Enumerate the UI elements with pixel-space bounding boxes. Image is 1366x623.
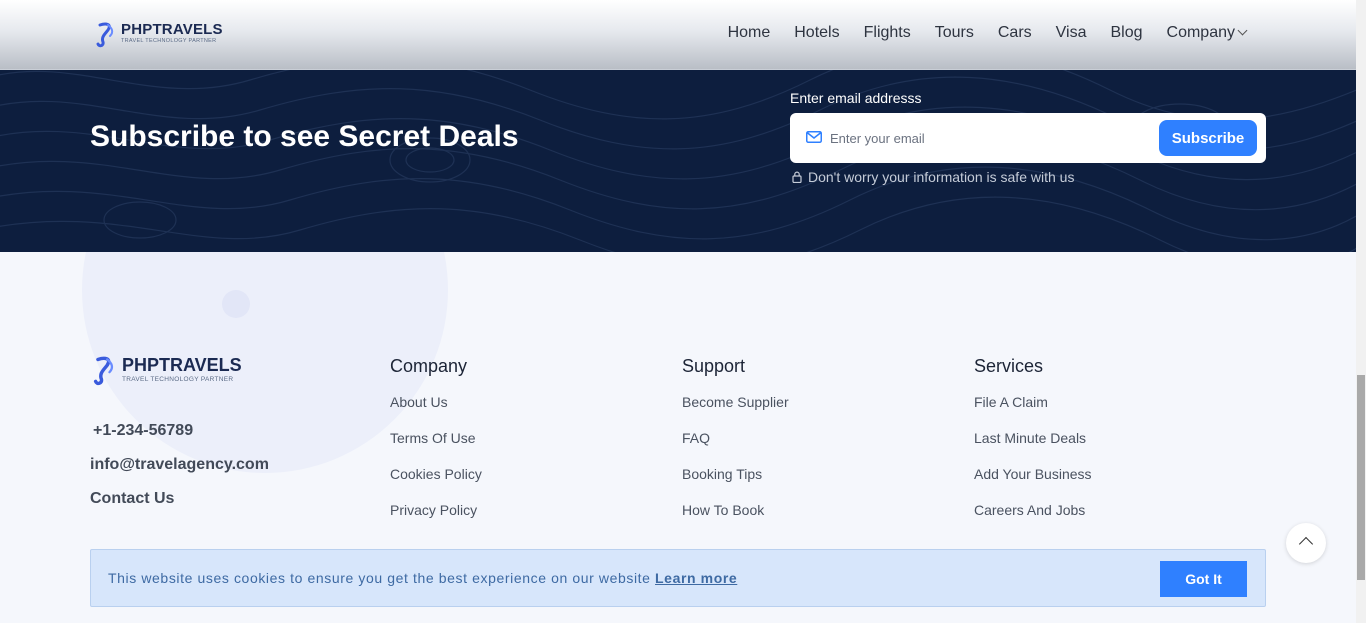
phone-link[interactable]: +1-234-56789 <box>93 422 193 440</box>
footer-link-how-to-book[interactable]: How To Book <box>682 502 789 518</box>
column-title: Services <box>974 356 1044 376</box>
privacy-note: Don't worry your information is safe wit… <box>792 169 1074 185</box>
subscribe-title: Subscribe to see Secret Deals <box>90 120 519 153</box>
contact-us-link[interactable]: Contact Us <box>90 490 174 508</box>
chevron-down-icon <box>1237 25 1248 36</box>
cookie-banner: This website uses cookies to ensure you … <box>90 549 1266 607</box>
footer-link-faq[interactable]: FAQ <box>682 430 789 446</box>
footer-logo-tagline: TRAVEL TECHNOLOGY PARTNER <box>122 376 234 383</box>
nav-hotels[interactable]: Hotels <box>794 24 839 42</box>
logo-mark-icon <box>96 22 114 48</box>
lock-icon <box>792 171 802 183</box>
nav-company-label: Company <box>1166 24 1235 41</box>
nav-blog[interactable]: Blog <box>1110 24 1142 42</box>
email-link[interactable]: info@travelagency.com <box>90 456 269 474</box>
nav-company[interactable]: Company <box>1166 24 1248 42</box>
back-to-top-button[interactable] <box>1286 523 1326 563</box>
page-scrollbar[interactable] <box>1356 0 1366 623</box>
email-input[interactable] <box>830 127 1150 149</box>
chevron-up-icon <box>1298 536 1314 552</box>
footer-link-add-business[interactable]: Add Your Business <box>974 466 1092 482</box>
logo-name: PHPTRAVELS <box>121 21 223 38</box>
privacy-note-text: Don't worry your information is safe wit… <box>808 169 1075 185</box>
column-title: Support <box>682 356 746 376</box>
nav-cars[interactable]: Cars <box>998 24 1032 42</box>
nav-tours[interactable]: Tours <box>935 24 974 42</box>
footer-column-company: Company About Us Terms Of Use Cookies Po… <box>390 356 482 538</box>
footer-column-services: Services File A Claim Last Minute Deals … <box>974 356 1092 538</box>
email-form: Subscribe <box>790 113 1266 163</box>
logo-tagline: TRAVEL TECHNOLOGY PARTNER <box>121 38 217 44</box>
footer-column-support: Support Become Supplier FAQ Booking Tips… <box>682 356 789 538</box>
nav-flights[interactable]: Flights <box>864 24 911 42</box>
footer-link-last-minute[interactable]: Last Minute Deals <box>974 430 1092 446</box>
column-title: Company <box>390 356 468 376</box>
learn-more-link[interactable]: Learn more <box>655 570 737 586</box>
top-header: PHPTRAVELS TRAVEL TECHNOLOGY PARTNER Hom… <box>0 0 1356 70</box>
main-nav: Home Hotels Flights Tours Cars Visa Blog… <box>728 24 1248 42</box>
footer-link-file-claim[interactable]: File A Claim <box>974 394 1092 410</box>
header-logo[interactable]: PHPTRAVELS TRAVEL TECHNOLOGY PARTNER <box>96 22 223 48</box>
decorative-dot <box>222 290 250 318</box>
mail-icon <box>806 131 822 143</box>
footer-link-about-us[interactable]: About Us <box>390 394 482 410</box>
logo-mark-icon <box>93 356 114 386</box>
email-label: Enter email addresss <box>790 90 922 106</box>
scrollbar-thumb[interactable] <box>1357 375 1365 580</box>
footer-logo-name: PHPTRAVELS <box>122 355 242 375</box>
nav-home[interactable]: Home <box>728 24 771 42</box>
subscribe-section: Subscribe to see Secret Deals Enter emai… <box>0 70 1356 252</box>
footer-link-cookies[interactable]: Cookies Policy <box>390 466 482 482</box>
footer-link-booking-tips[interactable]: Booking Tips <box>682 466 789 482</box>
footer-link-privacy[interactable]: Privacy Policy <box>390 502 482 518</box>
got-it-button[interactable]: Got It <box>1160 561 1247 597</box>
footer-link-terms[interactable]: Terms Of Use <box>390 430 482 446</box>
footer-link-careers[interactable]: Careers And Jobs <box>974 502 1092 518</box>
footer-link-become-supplier[interactable]: Become Supplier <box>682 394 789 410</box>
footer-logo[interactable]: PHPTRAVELS TRAVEL TECHNOLOGY PARTNER <box>93 356 242 386</box>
subscribe-button[interactable]: Subscribe <box>1159 120 1257 156</box>
cookie-message: This website uses cookies to ensure you … <box>108 570 651 586</box>
nav-visa[interactable]: Visa <box>1056 24 1087 42</box>
